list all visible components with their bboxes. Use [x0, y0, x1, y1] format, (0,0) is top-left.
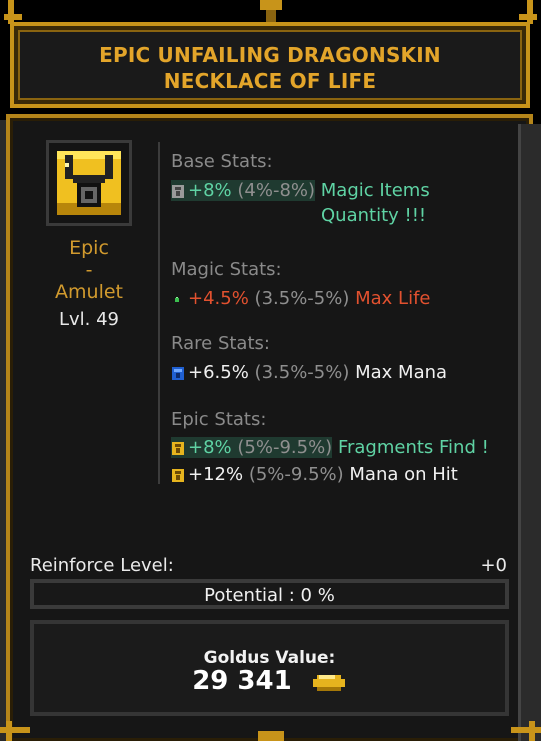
item-rarity: Epic	[69, 237, 109, 259]
stat-name: Max Mana	[355, 362, 448, 383]
stat-value: +8%	[188, 437, 232, 458]
stat-range: (5%-9.5%)	[237, 437, 333, 458]
stat-highlight: +8% (4%-8%)	[171, 180, 316, 201]
goldus-value-label: Goldus Value:	[203, 648, 336, 668]
ornament-bottom-left-icon	[0, 721, 30, 741]
goldus-value-row: 29 341	[34, 666, 505, 696]
ornament-bottom-center-icon	[258, 731, 284, 741]
ornament-top-center-icon	[260, 0, 282, 24]
item-tooltip: EPIC UNFAILING DRAGONSKIN NECKLACE OF LI…	[0, 0, 541, 741]
stat-range: (5%-9.5%)	[248, 464, 344, 485]
item-level: Lvl. 49	[58, 309, 120, 330]
stat-name: Max Life	[355, 288, 431, 309]
base-stats-header: Base Stats:	[171, 151, 273, 172]
ornament-top-right-icon	[519, 0, 537, 24]
ornament-bottom-right-icon	[511, 721, 541, 741]
potential-text: Potential : 0 %	[204, 585, 335, 606]
item-title-line-2: NECKLACE OF LIFE	[163, 69, 377, 93]
stat-value: +6.5%	[188, 362, 249, 383]
item-type: Amulet	[55, 281, 123, 303]
stat-value: +4.5%	[188, 288, 249, 309]
golden-amulet-icon	[46, 140, 132, 226]
stat-range: (4%-8%)	[237, 180, 316, 201]
item-rarity-separator: -	[85, 259, 93, 281]
stat-highlight: +8% (5%-9.5%)	[171, 437, 333, 458]
goldus-value: 29 341	[192, 666, 292, 696]
green-gem-icon	[175, 296, 179, 302]
scrollbar[interactable]	[518, 124, 541, 741]
reinforce-level-label: Reinforce Level:	[30, 555, 174, 576]
epic-stats-header: Epic Stats:	[171, 409, 267, 430]
stat-name: Fragments Find !	[337, 437, 489, 458]
stat-name-line-2: Quantity !!!	[321, 205, 427, 226]
gold-gem-icon	[172, 468, 184, 482]
potential-bar: Potential : 0 %	[30, 579, 509, 609]
blue-gem-icon	[172, 366, 184, 380]
gold-gem-icon	[172, 441, 184, 455]
stat-value: +8%	[188, 180, 232, 201]
rare-stats-header: Rare Stats:	[171, 333, 270, 354]
stat-range: (3.5%-5%)	[254, 362, 350, 383]
item-title-line-1: EPIC UNFAILING DRAGONSKIN	[99, 43, 441, 67]
stat-row-epic-1: +12% (5%-9.5%) Mana on Hit	[171, 464, 458, 485]
goldus-value-box: Goldus Value: 29 341	[30, 620, 509, 716]
divider	[158, 142, 160, 484]
ornament-top-left-icon	[4, 0, 22, 24]
stat-row-rare-0: +6.5% (3.5%-5%) Max Mana	[171, 362, 447, 383]
stat-name: Magic Items	[320, 180, 430, 201]
stat-row-base-0: +8% (4%-8%) Magic Items	[171, 180, 430, 201]
stat-value: +12%	[188, 464, 244, 485]
reinforce-level-value: +0	[480, 555, 507, 576]
magic-stats-header: Magic Stats:	[171, 259, 282, 280]
stat-row-magic-0: +4.5% (3.5%-5%) Max Life	[171, 288, 430, 309]
gray-gem-icon	[172, 184, 184, 198]
gold-nugget-icon	[312, 674, 345, 691]
stat-range: (3.5%-5%)	[254, 288, 350, 309]
title-box: EPIC UNFAILING DRAGONSKIN NECKLACE OF LI…	[10, 22, 530, 108]
stat-name: Mana on Hit	[349, 464, 458, 485]
stat-row-epic-0: +8% (5%-9.5%) Fragments Find !	[171, 437, 489, 458]
item-title: EPIC UNFAILING DRAGONSKIN NECKLACE OF LI…	[14, 42, 526, 94]
